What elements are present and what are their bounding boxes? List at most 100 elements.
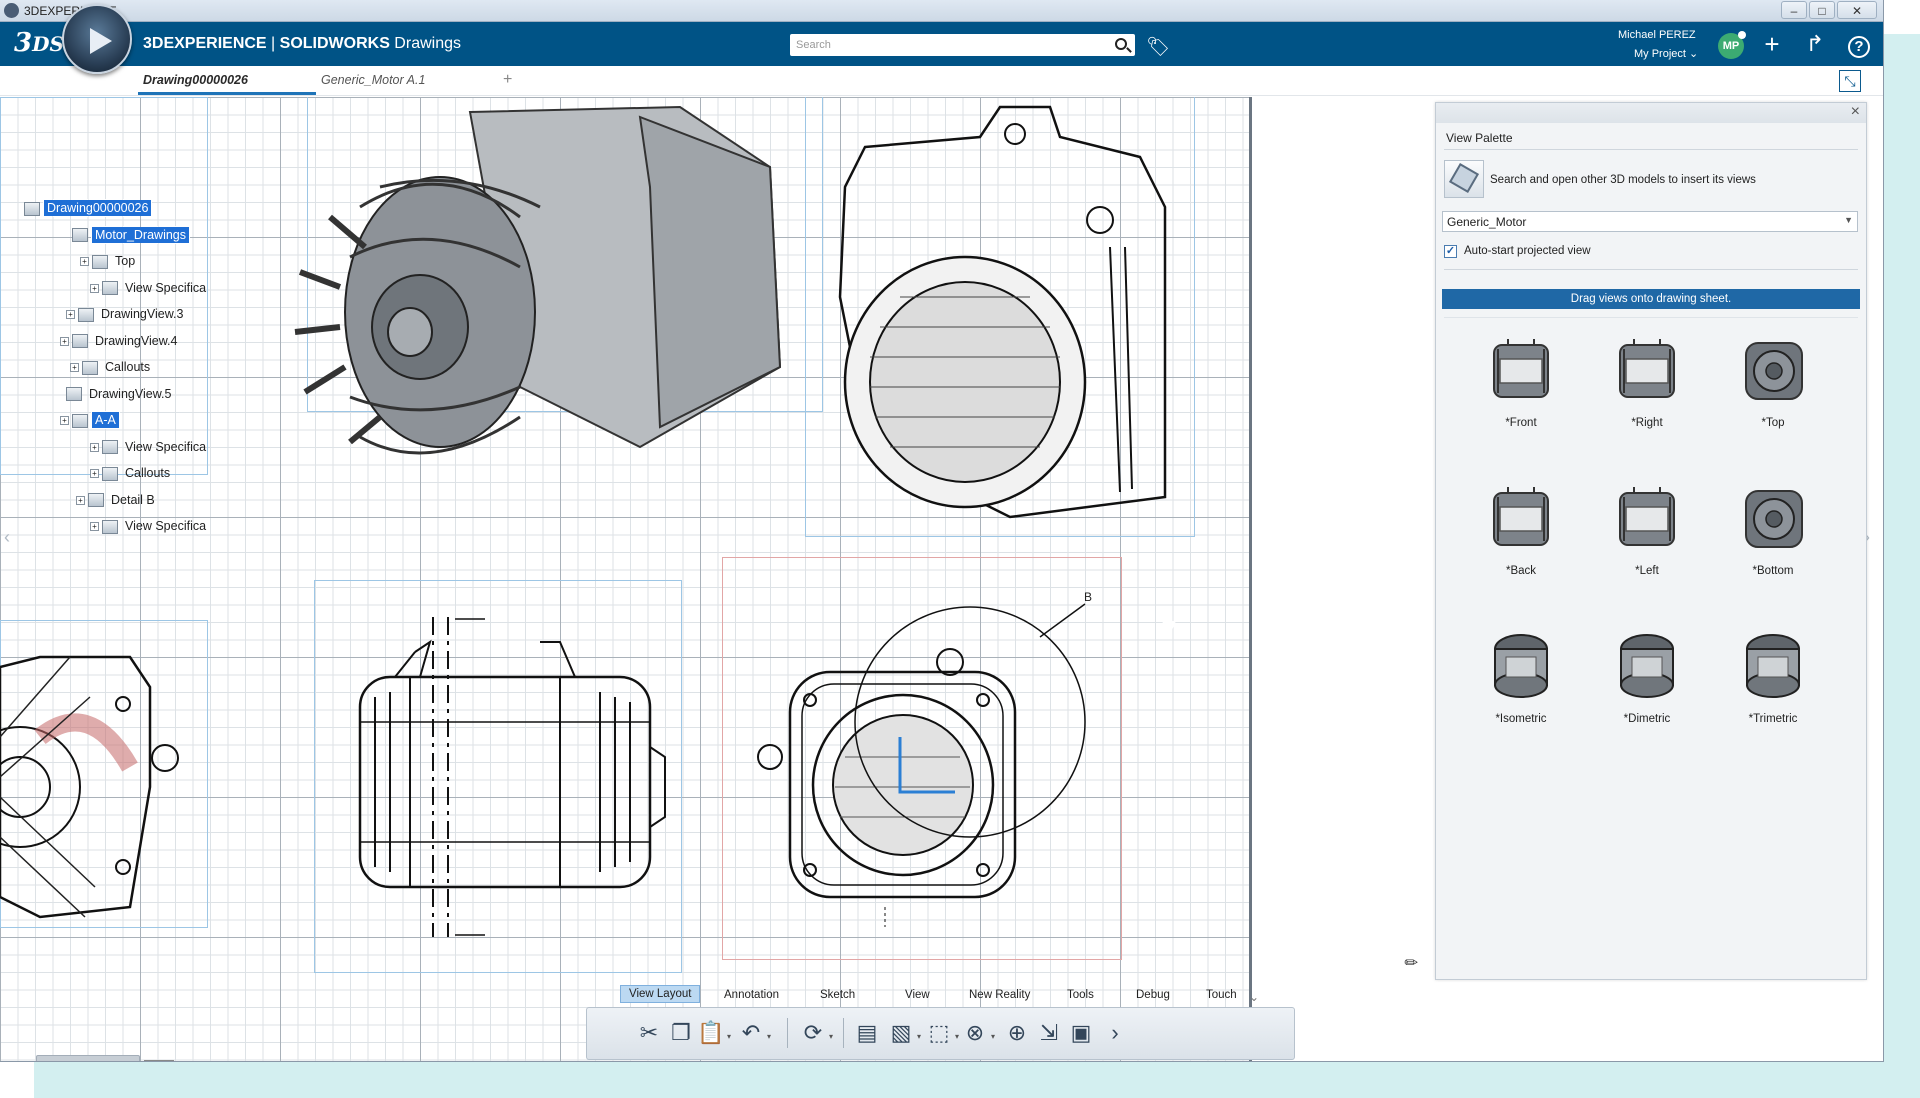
help-icon[interactable]: ? [1844, 30, 1874, 58]
isometric-motor-view[interactable] [294, 105, 782, 455]
collapse-toolbar-icon[interactable]: ⌄ [1249, 990, 1259, 1004]
tree-expander-icon[interactable]: + [70, 363, 79, 373]
standard-views-icon[interactable]: ▤ [853, 1019, 881, 1047]
ds-logo-icon[interactable]: 3DS [14, 28, 64, 58]
auto-start-checkbox[interactable]: ✓ [1444, 245, 1457, 258]
dropdown-arrow-icon[interactable]: ▾ [955, 1032, 959, 1041]
paste-icon[interactable]: 📋 [697, 1019, 725, 1047]
top-view-with-detail[interactable] [757, 603, 1086, 927]
view-thumbnail[interactable]: *Dimetric [1582, 627, 1702, 767]
command-tab[interactable]: Sketch [812, 987, 863, 1003]
tree-item[interactable]: + DrawingView.3 [66, 307, 186, 325]
cut-icon[interactable]: ✂ [635, 1019, 663, 1047]
view-palette-titlebar[interactable]: × [1436, 103, 1866, 123]
crop-view-icon[interactable]: ▣ [1067, 1019, 1095, 1047]
command-tab[interactable]: New Reality [961, 987, 1038, 1003]
break-view-icon[interactable]: ⇲ [1035, 1019, 1063, 1047]
dropdown-arrow-icon[interactable]: ▾ [767, 1032, 771, 1041]
model-select-value: Generic_Motor [1447, 215, 1527, 229]
detail-view-b[interactable] [0, 655, 179, 919]
tree-item[interactable]: + Callouts [70, 360, 153, 378]
horizontal-scrollbar[interactable] [36, 1055, 140, 1061]
tree-item[interactable]: + View Specifica [90, 440, 209, 458]
search-icon[interactable] [1115, 38, 1127, 50]
view-thumbnail[interactable]: *Front [1456, 331, 1576, 471]
command-tab[interactable]: View Layout [620, 985, 701, 1003]
more-icon[interactable]: › [1101, 1019, 1129, 1047]
share-icon[interactable]: ↱ [1800, 30, 1830, 58]
project-selector[interactable]: My Project ⌄ [1634, 47, 1698, 60]
front-view[interactable] [358, 617, 666, 937]
tab-drawing[interactable]: Drawing00000026 [143, 73, 248, 87]
tree-item[interactable]: + A-A [60, 411, 120, 431]
view-thumbnail-label: *Top [1761, 417, 1785, 429]
update-icon[interactable]: ⟳ [799, 1019, 827, 1047]
tree-item[interactable]: Motor_Drawings [72, 225, 191, 246]
view-thumbnail[interactable]: *Top [1708, 331, 1828, 471]
tree-expander-icon[interactable]: + [76, 495, 85, 505]
motor-thumbnail-icon [1746, 634, 1800, 698]
compass-icon[interactable] [62, 4, 132, 74]
dropdown-arrow-icon[interactable]: ▾ [727, 1032, 731, 1041]
tree-item[interactable]: + DrawingView.4 [60, 334, 180, 352]
avatar[interactable]: MP [1718, 31, 1746, 59]
drawing-sheet[interactable]: B Drawing00000026 Motor_Drawings + Top + View… [0, 97, 1252, 1061]
dropdown-arrow-icon[interactable]: ▾ [829, 1032, 833, 1041]
view-thumbnail-label: *Bottom [1752, 565, 1794, 577]
view-thumbnail[interactable]: *Right [1582, 331, 1702, 471]
section-view-a-a[interactable] [838, 105, 1167, 519]
dropdown-arrow-icon[interactable]: ▾ [991, 1032, 995, 1041]
drawing-view-icon [72, 413, 88, 428]
tree-expander-icon[interactable]: + [60, 336, 69, 346]
tree-expander-icon[interactable]: + [66, 310, 75, 320]
view-thumbnail[interactable]: *Bottom [1708, 479, 1828, 619]
command-tab[interactable]: View [897, 987, 938, 1003]
undo-icon[interactable]: ↶ [737, 1019, 765, 1047]
command-tab[interactable]: Annotation [716, 987, 787, 1003]
collapse-left-icon[interactable]: ‹ [4, 527, 10, 548]
motor-thumbnail-icon [1493, 339, 1549, 398]
view-thumbnail-grid: *Front *Right *Top *Back *Left *Bottom *Isomet… [1456, 331, 1856, 731]
minimize-button[interactable]: – [1781, 1, 1807, 19]
user-name[interactable]: Michael PEREZ [1618, 29, 1696, 41]
view-thumbnail[interactable]: *Isometric [1456, 627, 1576, 767]
tree-expander-icon[interactable]: + [90, 442, 99, 452]
add-icon[interactable]: + [1757, 30, 1787, 58]
close-window-button[interactable]: ✕ [1837, 1, 1877, 19]
tree-item[interactable]: + View Specifica [90, 281, 209, 299]
section-view-icon[interactable]: ⊗ [961, 1019, 989, 1047]
tab-generic-motor[interactable]: Generic_Motor A.1 [321, 73, 425, 87]
open-model-icon[interactable] [1444, 160, 1484, 198]
tree-expander-icon[interactable]: + [90, 469, 99, 479]
projected-view-icon[interactable]: ⬚ [925, 1019, 953, 1047]
drawing-view-icon [88, 493, 104, 508]
tree-expander-icon[interactable]: + [90, 283, 99, 293]
command-tab[interactable]: Tools [1059, 987, 1102, 1003]
command-tab[interactable]: Debug [1128, 987, 1178, 1003]
tree-item[interactable]: Drawing00000026 [24, 199, 153, 219]
search-input[interactable] [796, 37, 1096, 53]
model-view-icon[interactable]: ▧ [887, 1019, 915, 1047]
tree-item[interactable]: + Detail B [76, 493, 158, 511]
command-tab[interactable]: Touch [1198, 987, 1245, 1003]
add-tab-button[interactable]: + [503, 71, 512, 89]
copy-icon[interactable]: ❐ [667, 1019, 695, 1047]
close-icon[interactable]: × [1851, 103, 1860, 121]
view-thumbnail[interactable]: *Left [1582, 479, 1702, 619]
tree-item[interactable]: + Callouts [90, 466, 173, 484]
tree-expander-icon[interactable]: + [90, 522, 99, 532]
tree-expander-icon[interactable]: + [80, 257, 89, 267]
tree-item[interactable]: + View Specifica [90, 519, 209, 537]
tree-expander-icon[interactable]: + [60, 416, 69, 426]
view-thumbnail[interactable]: *Trimetric [1708, 627, 1828, 767]
dropdown-arrow-icon[interactable]: ▾ [917, 1032, 921, 1041]
status-dot [1738, 31, 1746, 39]
detail-view-icon[interactable]: ⊕ [1003, 1019, 1031, 1047]
model-select[interactable]: Generic_Motor ▼ [1442, 211, 1858, 232]
restore-view-icon[interactable]: ⤡ [1839, 70, 1861, 92]
tag-icon[interactable]: 🏷 [1146, 35, 1170, 59]
maximize-button[interactable]: □ [1809, 1, 1835, 19]
tree-item[interactable]: DrawingView.5 [66, 387, 174, 405]
tree-item[interactable]: + Top [80, 254, 138, 272]
view-thumbnail[interactable]: *Back [1456, 479, 1576, 619]
